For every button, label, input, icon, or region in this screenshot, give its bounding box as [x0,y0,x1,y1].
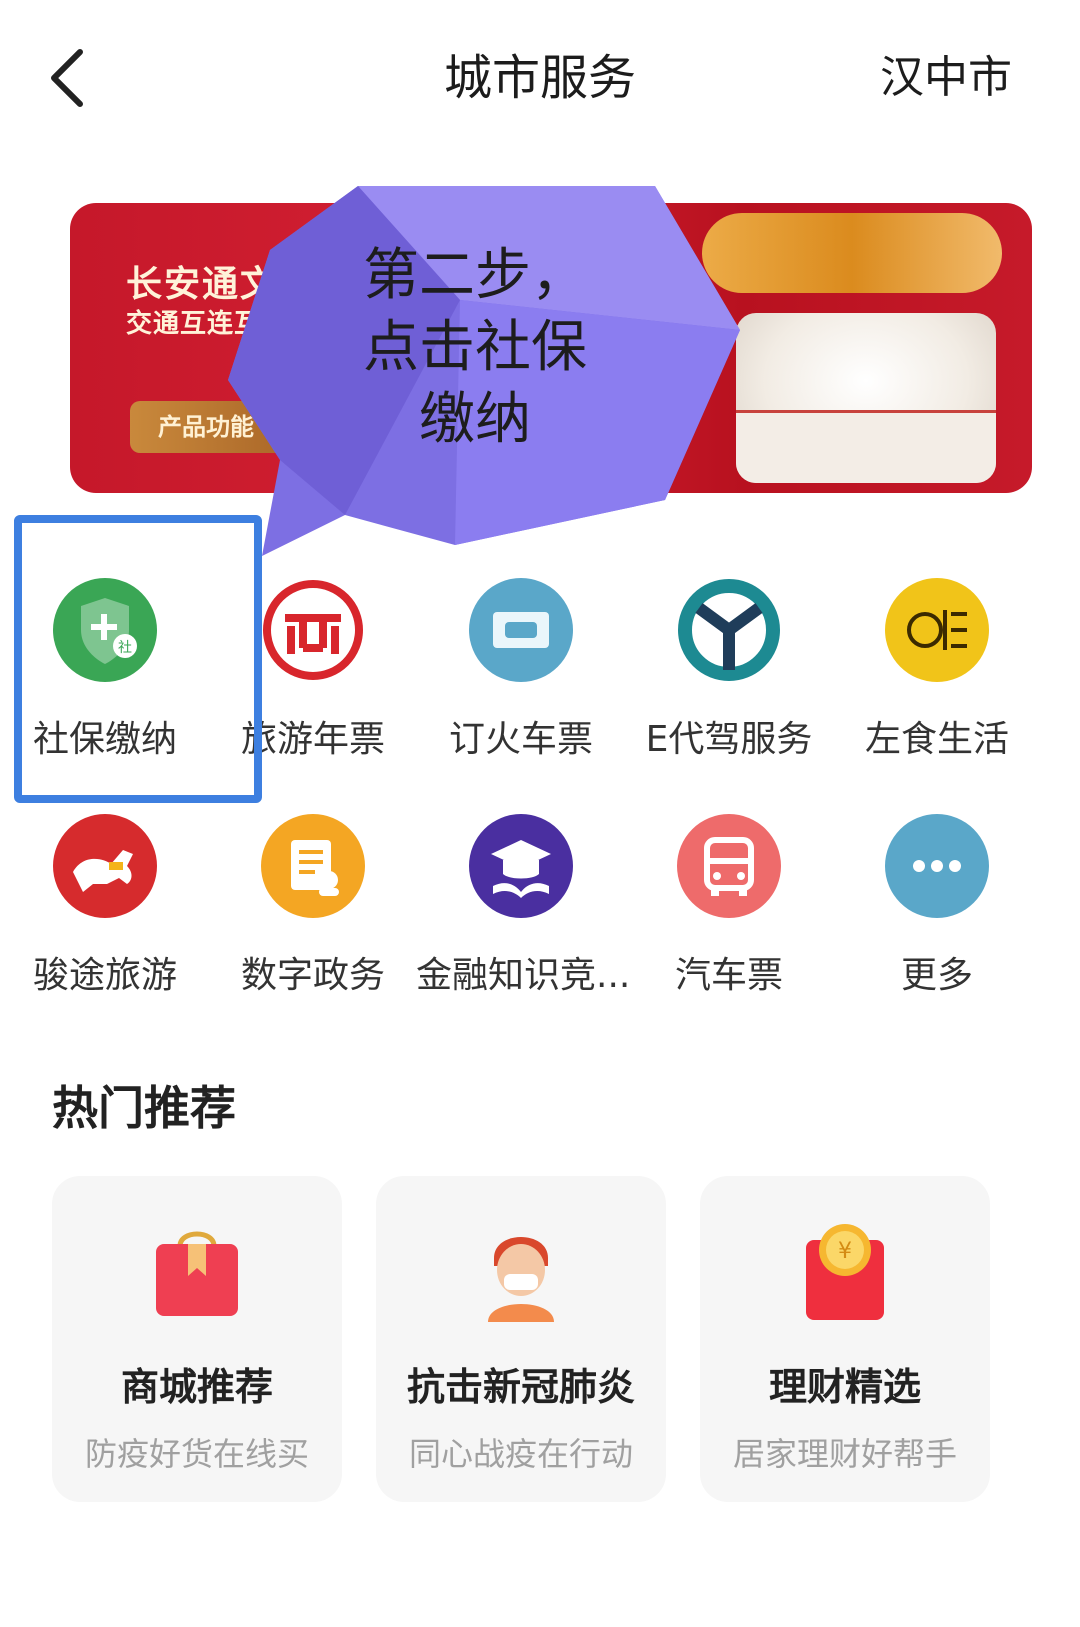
card-subtitle: 居家理财好帮手 [732,1435,957,1473]
card-subtitle: 同心战疫在行动 [408,1435,633,1473]
service-label: E代驾服务 [645,719,813,760]
zuoshi-logo-icon [885,578,989,682]
service-finance-quiz[interactable]: 金融知识竞... [416,814,631,998]
travel-ticket-icon [261,578,365,682]
service-zuoshi-life[interactable]: 左食生活 [832,578,1042,762]
service-label: 订火车票 [448,719,593,760]
horse-icon [53,814,157,918]
edaijia-logo-icon [677,578,781,682]
more-dots-icon [885,814,989,918]
service-label: 骏途旅游 [32,955,177,996]
shopping-bag-icon [142,1216,252,1326]
service-bus-ticket[interactable]: 汽车票 [624,814,834,998]
service-train-ticket[interactable]: 订火车票 [416,578,626,762]
bus-icon [677,814,781,918]
service-digital-government[interactable]: 数字政务 [208,814,418,998]
card-title: 商城推荐 [120,1365,273,1409]
callout-text: 第二步， 点击社保 缴纳 [363,243,587,452]
person-mask-icon [466,1216,576,1326]
service-more[interactable]: 更多 [832,814,1042,998]
highlight-box [14,515,262,803]
service-label: 金融知识竞... [416,955,631,996]
red-envelope-icon: ¥ [790,1216,900,1326]
service-designated-driver[interactable]: E代驾服务 [624,578,834,762]
graduation-cap-icon [469,814,573,918]
service-label: 更多 [900,955,973,996]
document-person-icon [261,814,365,918]
service-label: 汽车票 [674,955,783,996]
service-label: 左食生活 [864,719,1009,760]
recommend-card-covid[interactable]: 抗击新冠肺炎 同心战疫在行动 [376,1176,666,1502]
card-title: 理财精选 [768,1365,921,1409]
recommend-card-mall[interactable]: 商城推荐 防疫好货在线买 [52,1176,342,1502]
section-title: 热门推荐 [52,1081,236,1135]
service-label: 数字政务 [240,955,385,996]
card-subtitle: 防疫好货在线买 [84,1435,309,1473]
recommend-card-finance[interactable]: ¥ 理财精选 居家理财好帮手 [700,1176,990,1502]
svg-text:¥: ¥ [838,1239,852,1264]
card-title: 抗击新冠肺炎 [406,1365,635,1409]
service-juntu-travel[interactable]: 骏途旅游 [0,814,210,998]
train-ticket-icon [469,578,573,682]
